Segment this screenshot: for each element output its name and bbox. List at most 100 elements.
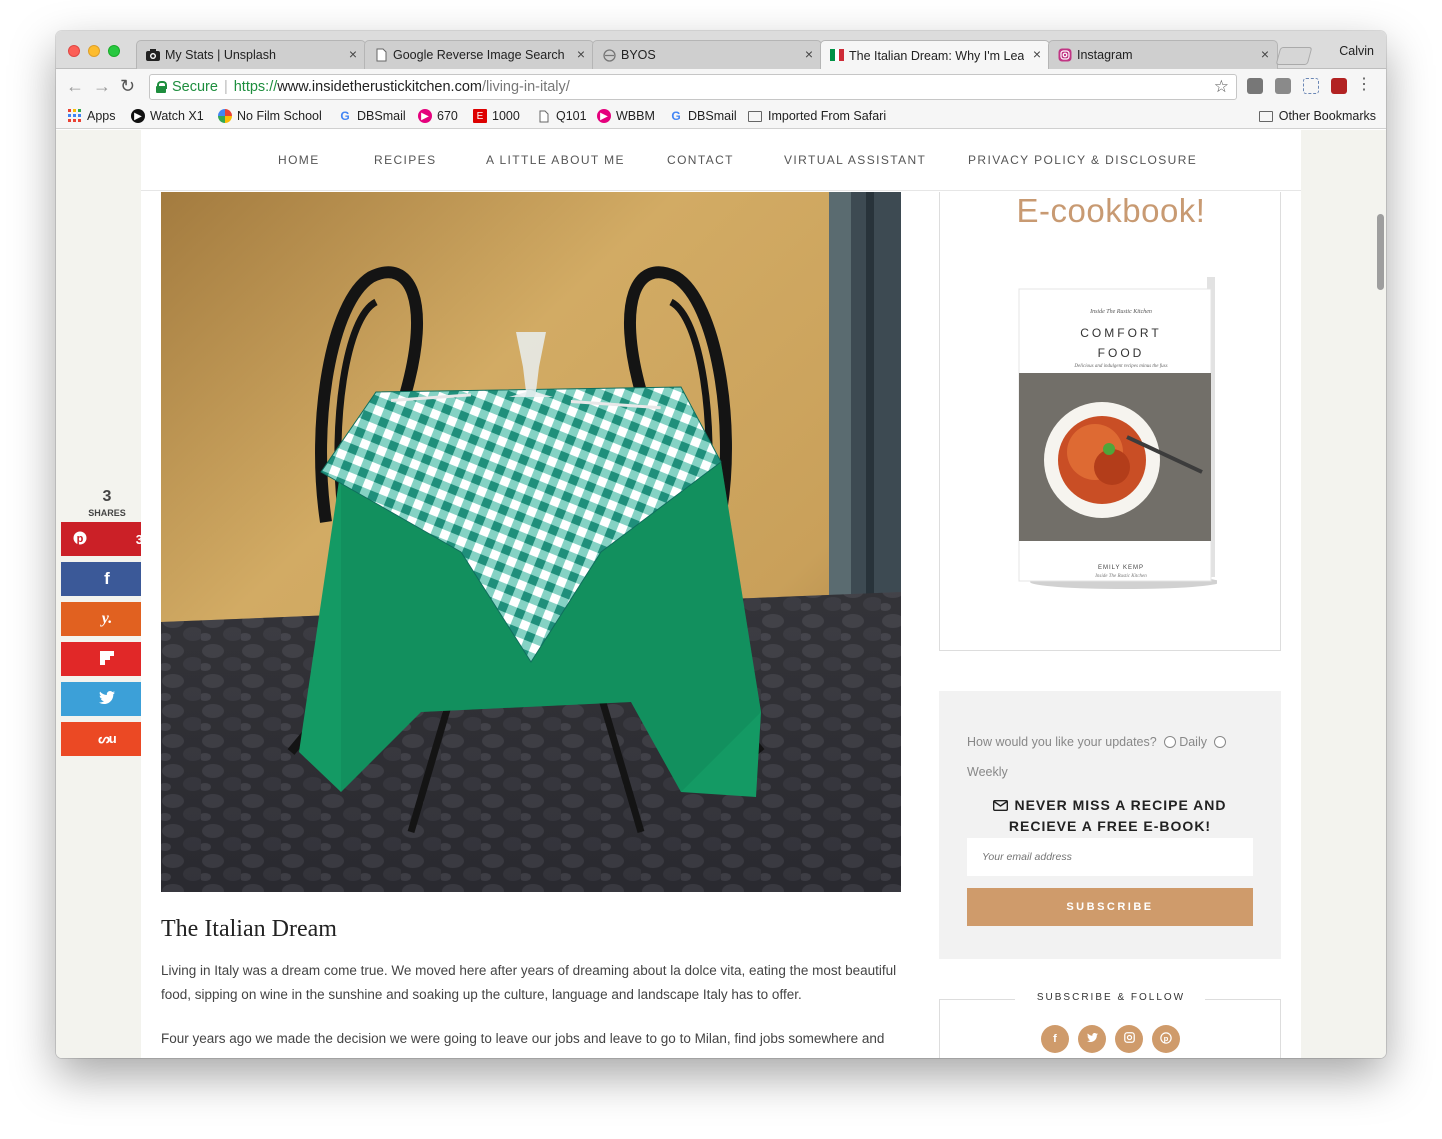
bookmark-dbsmail-2[interactable]: G DBSmail — [669, 109, 737, 123]
extension-grid-icon[interactable] — [1303, 78, 1319, 94]
update-frequency-label: How would you like your updates? — [967, 735, 1157, 749]
stumbleupon-share-button[interactable]: ᔕu — [61, 722, 153, 756]
nav-recipes[interactable]: RECIPES — [374, 153, 436, 167]
close-tab-icon[interactable]: × — [1261, 46, 1269, 62]
bookmark-label: 670 — [437, 109, 458, 123]
tab-instagram[interactable]: Instagram × — [1048, 40, 1278, 69]
bookmark-label: Q101 — [556, 109, 587, 123]
radio-weekly[interactable] — [1214, 736, 1227, 748]
follow-title: SUBSCRIBE & FOLLOW — [1036, 992, 1186, 1003]
email-field[interactable] — [967, 838, 1253, 876]
bookmark-wbbm[interactable]: ▶ WBBM — [597, 109, 655, 123]
bookmark-dbsmail[interactable]: G DBSmail — [338, 109, 406, 123]
follow-widget: SUBSCRIBE & FOLLOW f p — [939, 992, 1281, 1058]
forward-arrow-icon[interactable]: → — [93, 77, 111, 95]
tab-google-reverse[interactable]: Google Reverse Image Search × — [364, 40, 594, 69]
bookmark-star-icon[interactable]: ☆ — [1214, 77, 1229, 97]
bookmark-1000[interactable]: E 1000 — [473, 109, 520, 123]
ebook-title: E-cookbook! — [1016, 192, 1206, 229]
reload-icon[interactable]: ↻ — [120, 77, 135, 95]
other-bookmarks[interactable]: Other Bookmarks — [1258, 109, 1376, 123]
close-tab-icon[interactable]: × — [805, 46, 813, 62]
nav-virtual-assistant[interactable]: VIRTUAL ASSISTANT — [784, 153, 926, 167]
bookmark-apps[interactable]: Apps — [68, 109, 116, 123]
espn-icon: E — [473, 109, 487, 123]
twitter-follow-button[interactable] — [1078, 1025, 1106, 1053]
tab-italian-dream[interactable]: The Italian Dream: Why I'm Lea × — [820, 40, 1050, 70]
radio-daily-label[interactable]: Daily — [1179, 735, 1207, 749]
globe-icon — [602, 48, 616, 62]
page-content: HOME RECIPES A LITTLE ABOUT ME CONTACT V… — [141, 130, 1301, 1058]
pinterest-share-button[interactable]: p 3 — [61, 522, 153, 556]
bookmark-label: No Film School — [237, 109, 322, 123]
url-scheme: https:// — [233, 79, 278, 95]
back-arrow-icon[interactable]: ← — [66, 77, 84, 95]
bookmark-label: DBSmail — [357, 109, 406, 123]
twitter-icon — [99, 691, 115, 707]
lock-icon — [156, 81, 167, 93]
bookmark-q101[interactable]: Q101 — [537, 109, 587, 123]
book-author: EMILY KEMP — [1097, 565, 1145, 571]
pinterest-icon: p — [73, 531, 87, 548]
facebook-follow-button[interactable]: f — [1041, 1025, 1069, 1053]
newsletter-heading-line2: RECIEVE A FREE E-BOOK! — [1008, 818, 1212, 834]
close-tab-icon[interactable]: × — [1033, 46, 1041, 62]
yummly-icon: y. — [101, 610, 113, 627]
camera-icon — [146, 48, 160, 62]
tab-my-stats[interactable]: My Stats | Unsplash × — [136, 40, 366, 69]
nav-home[interactable]: HOME — [278, 153, 320, 167]
tab-title: Google Reverse Image Search — [393, 48, 565, 62]
nav-privacy[interactable]: PRIVACY POLICY & DISCLOSURE — [968, 153, 1197, 167]
share-count: 3 — [102, 488, 112, 505]
ebook-cover-image[interactable] — [1017, 277, 1220, 589]
close-tab-icon[interactable]: × — [349, 46, 357, 62]
subscribe-button[interactable]: SUBSCRIBE — [967, 888, 1253, 926]
secure-label: Secure — [172, 79, 218, 95]
instagram-follow-button[interactable] — [1115, 1025, 1143, 1053]
tab-byos[interactable]: BYOS × — [592, 40, 822, 69]
nav-about[interactable]: A LITTLE ABOUT ME — [486, 153, 625, 167]
new-tab-button[interactable] — [1275, 47, 1313, 65]
bookmark-watch-x1[interactable]: ▶ Watch X1 — [131, 109, 204, 123]
bookmark-no-film-school[interactable]: No Film School — [218, 109, 322, 123]
tab-strip: My Stats | Unsplash × Google Reverse Ima… — [56, 31, 1386, 70]
profile-name[interactable]: Calvin — [1339, 44, 1374, 58]
close-tab-icon[interactable]: × — [577, 46, 585, 62]
bookmark-imported-from-safari[interactable]: Imported From Safari — [748, 109, 886, 123]
yummly-share-button[interactable]: y. — [61, 602, 153, 636]
post-title: The Italian Dream — [161, 916, 337, 942]
flipboard-share-button[interactable] — [61, 642, 153, 676]
ebook-widget: E-cookbook! Inside The Rustic Kitchen CO… — [939, 192, 1281, 651]
extension-icon[interactable] — [1247, 78, 1263, 94]
extension-icon[interactable] — [1275, 78, 1291, 94]
minimize-window-button[interactable] — [88, 45, 100, 57]
page-scrollbar[interactable] — [1377, 214, 1384, 290]
bookmark-label: DBSmail — [688, 109, 737, 123]
url-host: www.insidetherustickitchen.com — [277, 79, 482, 95]
apps-grid-icon — [68, 109, 82, 123]
close-window-button[interactable] — [68, 45, 80, 57]
radio-weekly-label[interactable]: Weekly — [967, 765, 1008, 779]
twitter-share-button[interactable] — [61, 682, 153, 716]
radio-icon: ▶ — [597, 109, 611, 123]
facebook-share-button[interactable]: f — [61, 562, 153, 596]
newsletter-heading-line1: NEVER MISS A RECIPE AND — [1014, 797, 1227, 813]
facebook-icon: f — [104, 569, 110, 588]
nav-contact[interactable]: CONTACT — [667, 153, 734, 167]
pinterest-follow-button[interactable]: p — [1152, 1025, 1180, 1053]
pinterest-icon: p — [1160, 1031, 1172, 1047]
address-bar[interactable]: Secure | https:// www.insidetherustickit… — [149, 74, 1237, 100]
page-viewport[interactable]: 3 SHARES p 3 f y. ᔕu HOME RECIPES A LITT… — [56, 130, 1386, 1058]
nfs-icon — [218, 109, 232, 123]
post-paragraph: Four years ago we made the decision we w… — [161, 1031, 885, 1058]
share-label: SHARES — [88, 508, 126, 518]
extension-shield-icon[interactable] — [1331, 78, 1347, 94]
book-author-sub: Inside The Rustic Kitchen — [1095, 574, 1147, 579]
zoom-window-button[interactable] — [108, 45, 120, 57]
bookmark-label: Watch X1 — [150, 109, 204, 123]
bookmark-670[interactable]: ▶ 670 — [418, 109, 458, 123]
bookmark-label: WBBM — [616, 109, 655, 123]
folder-icon — [1258, 110, 1273, 122]
browser-menu-icon[interactable]: ⋮ — [1356, 77, 1372, 93]
radio-daily[interactable] — [1164, 736, 1177, 748]
